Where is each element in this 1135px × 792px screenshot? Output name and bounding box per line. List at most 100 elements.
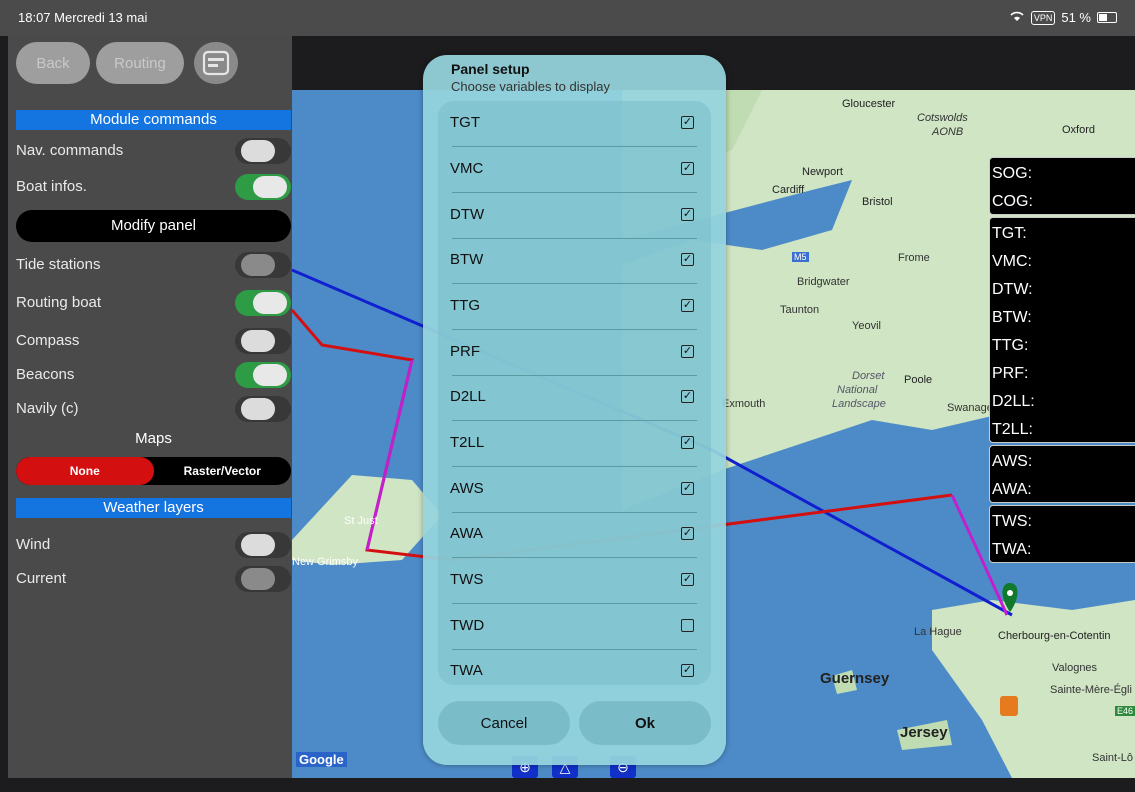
list-item[interactable]: DTW ✓ [438, 193, 711, 239]
checkbox[interactable]: ✓ [681, 527, 694, 540]
list-item[interactable]: TTG ✓ [438, 284, 711, 330]
maps-option-raster-vector[interactable]: Raster/Vector [154, 457, 292, 485]
marker-icon[interactable] [1000, 696, 1018, 716]
variable-name: VMC [450, 160, 484, 177]
list-item[interactable]: TWD [438, 604, 711, 650]
nav-commands-toggle[interactable] [235, 138, 291, 164]
map-label-cardiff: Cardiff [772, 184, 805, 196]
checkbox[interactable]: ✓ [681, 664, 694, 677]
checkbox[interactable]: ✓ [681, 253, 694, 266]
variable-name: TWD [450, 617, 485, 634]
checkbox[interactable]: ✓ [681, 299, 694, 312]
checkbox[interactable] [681, 619, 694, 632]
cancel-button[interactable]: Cancel [438, 701, 570, 745]
panel-label: PRF: [992, 365, 1029, 382]
boat-infos-toggle[interactable] [235, 174, 291, 200]
map-label-valognes: Valognes [1052, 662, 1098, 674]
back-button[interactable]: Back [16, 42, 90, 84]
list-item[interactable]: AWA ✓ [438, 512, 711, 558]
panel-icon-button[interactable] [194, 42, 238, 84]
dialog-subtitle: Choose variables to display [451, 79, 610, 94]
map-label-landscape: Landscape [832, 398, 886, 410]
wind-label: Wind [16, 536, 51, 553]
map-label-taunton: Taunton [780, 304, 820, 316]
panel-label: AWS: [992, 453, 1033, 470]
google-logo: Google [296, 752, 347, 767]
status-system-icons: VPN 51 % [1009, 10, 1117, 25]
routing-boat-label: Routing boat [16, 294, 102, 311]
list-item[interactable]: TGT ✓ [438, 101, 711, 147]
beacons-label: Beacons [16, 366, 75, 383]
modify-panel-button[interactable]: Modify panel [16, 210, 291, 242]
checkbox[interactable]: ✓ [681, 436, 694, 449]
variable-name: TGT [450, 114, 480, 131]
variable-name: DTW [450, 206, 485, 223]
panel-label: TTG: [992, 337, 1029, 354]
panel-label: BTW: [992, 309, 1032, 326]
panel-label: TWS: [992, 513, 1032, 530]
checkbox[interactable]: ✓ [681, 116, 694, 129]
maps-option-none[interactable]: None [16, 457, 154, 485]
navily-toggle[interactable] [235, 396, 291, 422]
list-item[interactable]: TWA ✓ [438, 649, 711, 685]
map-label-frome: Frome [898, 252, 930, 264]
current-row: Current [16, 562, 291, 596]
compass-label: Compass [16, 332, 80, 349]
panel-label: T2LL: [992, 421, 1033, 438]
variable-name: BTW [450, 251, 484, 268]
list-item[interactable]: TWS ✓ [438, 558, 711, 604]
list-item[interactable]: D2LL ✓ [438, 375, 711, 421]
wind-toggle[interactable] [235, 532, 291, 558]
map-label-new-grimsby: New Grimsby [292, 556, 359, 568]
current-toggle[interactable] [235, 566, 291, 592]
sidebar: Back Routing Module commands Nav. comman… [8, 36, 292, 778]
routing-boat-toggle[interactable] [235, 290, 291, 316]
variable-name: PRF [450, 343, 480, 360]
panel-label: TWA: [992, 541, 1032, 558]
panel-label: TGT: [992, 225, 1027, 242]
list-item[interactable]: T2LL ✓ [438, 421, 711, 467]
battery-percent: 51 % [1061, 10, 1091, 25]
map-label-yeovil: Yeovil [852, 320, 881, 332]
map-label-exmouth: Exmouth [722, 398, 766, 410]
checkbox[interactable]: ✓ [681, 345, 694, 358]
boat-infos-label: Boat infos. [16, 178, 87, 195]
tide-stations-row: Tide stations [16, 248, 291, 282]
map-label-dorset: Dorset [852, 370, 885, 382]
tide-stations-toggle[interactable] [235, 252, 291, 278]
ok-button[interactable]: Ok [579, 701, 711, 745]
variable-name: AWS [450, 480, 484, 497]
beacons-toggle[interactable] [235, 362, 291, 388]
routing-button[interactable]: Routing [96, 42, 184, 84]
variable-name: TTG [450, 297, 480, 314]
list-item[interactable]: AWS ✓ [438, 467, 711, 513]
tide-stations-label: Tide stations [16, 256, 101, 273]
checkbox[interactable]: ✓ [681, 482, 694, 495]
navily-label: Navily (c) [16, 400, 79, 417]
panel-label: AWA: [992, 481, 1032, 498]
maps-segmented-control: None Raster/Vector [16, 457, 291, 485]
variable-list[interactable]: TGT ✓ VMC ✓ DTW ✓ BTW ✓ TTG ✓ PRF ✓ D2LL… [438, 101, 711, 685]
map-label-swanage: Swanage [947, 402, 993, 414]
list-item[interactable]: PRF ✓ [438, 330, 711, 376]
panel-label: SOG: [992, 165, 1033, 182]
variable-name: T2LL [450, 434, 485, 451]
variable-name: D2LL [450, 388, 486, 405]
checkbox[interactable]: ✓ [681, 390, 694, 403]
battery-icon [1097, 12, 1117, 23]
compass-row: Compass [16, 324, 291, 358]
list-item[interactable]: BTW ✓ [438, 238, 711, 284]
checkbox[interactable]: ✓ [681, 162, 694, 175]
map-label-guernsey: Guernsey [820, 670, 890, 687]
checkbox[interactable]: ✓ [681, 573, 694, 586]
maps-label: Maps [135, 430, 172, 447]
checkbox[interactable]: ✓ [681, 208, 694, 221]
map-label-saint-lo: Saint-Lô [1092, 752, 1133, 764]
panel-label: VMC: [992, 253, 1032, 270]
variable-name: AWA [450, 525, 484, 542]
status-bar: 18:07 Mercredi 13 mai VPN 51 % [0, 0, 1135, 36]
map-label-bristol: Bristol [862, 196, 893, 208]
compass-toggle[interactable] [235, 328, 291, 354]
map-label-cotswolds: Cotswolds [917, 112, 968, 124]
list-item[interactable]: VMC ✓ [438, 147, 711, 193]
